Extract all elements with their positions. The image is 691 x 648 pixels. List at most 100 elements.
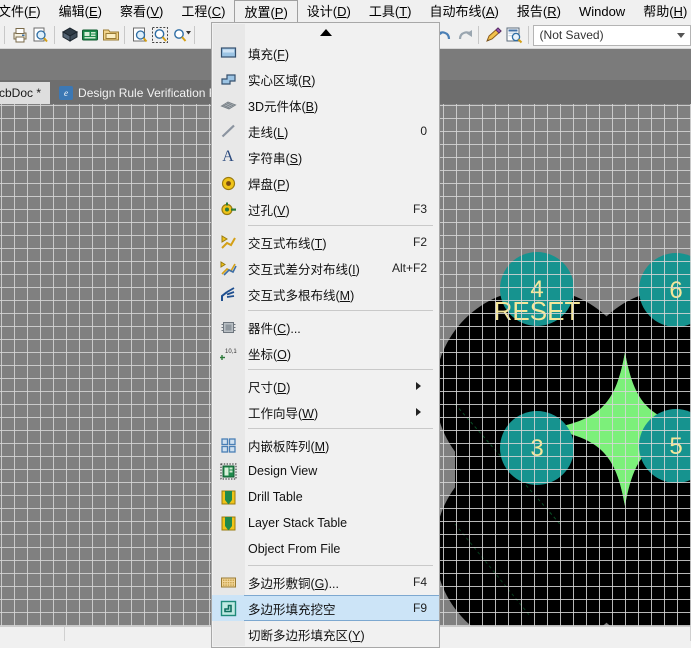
menu-layer-stack-table[interactable]: Layer Stack Table [212, 510, 439, 536]
menu-view[interactable]: 察看(V) [111, 0, 172, 22]
pcb-board-icon[interactable] [79, 24, 99, 46]
3d-view-icon[interactable] [59, 24, 79, 46]
tab-drc-report[interactable]: e Design Rule Verification Re [50, 82, 233, 104]
menu-embedded-array[interactable]: 内嵌板阵列(M) [212, 432, 439, 458]
menu-drill-table[interactable]: Drill Table [212, 484, 439, 510]
no-icon [212, 399, 244, 425]
menu-design[interactable]: 设计(D) [298, 0, 360, 22]
menu-pad-label: 焊盘(P) [248, 177, 290, 192]
coordinate-icon: 10,10 [212, 340, 244, 366]
open-folder-icon[interactable] [100, 24, 120, 46]
menu-reports[interactable]: 报告(R) [508, 0, 570, 22]
solid-region-icon [212, 66, 244, 92]
menu-interactive-route-shortcut: F2 [412, 235, 427, 249]
menu-polygon-cutout[interactable]: 多边形填充挖空 F9 [212, 595, 439, 621]
menu-work-guide-label: 工作向导(W) [248, 406, 319, 421]
no-icon [212, 536, 244, 562]
toolbar-separator [527, 26, 529, 44]
no-icon [212, 373, 244, 399]
via-icon [212, 196, 244, 222]
3d-body-icon [212, 92, 244, 118]
menu-window-label: Window [578, 4, 626, 19]
menu-embedded-array-label: 内嵌板阵列(M) [248, 439, 330, 454]
print-icon[interactable] [9, 24, 29, 46]
layer-stack-icon [212, 510, 244, 536]
menu-design-view[interactable]: Design View [212, 458, 439, 484]
menu-edit[interactable]: 编辑(E) [50, 0, 111, 22]
menu-via[interactable]: 过孔(V) F3 [212, 196, 439, 222]
menu-window[interactable]: Window [570, 0, 634, 22]
submenu-arrow-icon [416, 382, 431, 390]
pcb-pad-label: 5 [669, 433, 682, 460]
redo-icon[interactable] [453, 24, 473, 46]
menu-pad[interactable]: 焊盘(P) [212, 170, 439, 196]
tab-pcbdoc[interactable]: PcbDoc * [0, 82, 51, 104]
menu-polygon-pour[interactable]: 多边形敷铜(G)... F4 [212, 569, 439, 595]
menu-component[interactable]: 器件(C)... [212, 314, 439, 340]
component-chip-icon [212, 314, 244, 340]
menu-autoroute[interactable]: 自动布线(A) [421, 0, 508, 22]
menu-string[interactable]: A 字符串(S) [212, 144, 439, 170]
status-cell [65, 626, 215, 641]
zoom-area-icon[interactable] [149, 24, 169, 46]
toolbar-separator [53, 26, 55, 44]
menu-coordinate[interactable]: 10,10 坐标(O) [212, 340, 439, 366]
menu-file[interactable]: 文件(F) [0, 0, 50, 22]
menu-object-from-file[interactable]: Object From File [212, 536, 439, 562]
chevron-down-icon[interactable] [676, 32, 685, 38]
menu-help[interactable]: 帮助(H) [634, 0, 691, 22]
toolbar-separator [123, 26, 125, 44]
menu-diff-pair-route-label: 交互式差分对布线(I) [248, 262, 360, 277]
menu-fill-label: 填充(F) [248, 47, 289, 62]
document-select[interactable]: (Not Saved) [532, 24, 691, 46]
route-icon [212, 229, 244, 255]
menu-3d-body[interactable]: 3D元件体(B) [212, 92, 439, 118]
pad-icon [212, 170, 244, 196]
menu-interactive-route[interactable]: 交互式布线(T) F2 [212, 229, 439, 255]
text-a-icon: A [222, 148, 234, 165]
menu-coordinate-label: 坐标(O) [248, 347, 292, 362]
menu-reports-label: 报告(R) [516, 4, 561, 19]
menu-solid-region-label: 实心区域(R) [248, 73, 316, 88]
menu-line-label: 走线(L) [248, 125, 289, 140]
place-dropdown-menu: 填充(F) 实心区域(R) 3D元件体(B) 走线(L) 0 A 字符串(S) 焊盘(P) 过孔… [211, 22, 440, 648]
menu-multi-route[interactable]: 交互式多根布线(M) [212, 281, 439, 307]
drill-table-icon [212, 484, 244, 510]
menu-line[interactable]: 走线(L) 0 [212, 118, 439, 144]
menu-polygon-pour-shortcut: F4 [412, 575, 427, 589]
menu-solid-region[interactable]: 实心区域(R) [212, 66, 439, 92]
tab-pcbdoc-label: PcbDoc * [0, 86, 42, 100]
menu-slice-polygon[interactable]: 切断多边形填充区(Y) [212, 621, 439, 647]
zoom-document-icon[interactable] [129, 24, 149, 46]
edit-pencil-icon[interactable] [483, 24, 503, 46]
inspector-icon[interactable] [503, 24, 523, 46]
fill-rect-icon [212, 40, 244, 66]
menu-project[interactable]: 工程(C) [172, 0, 234, 22]
scroll-up-arrow[interactable] [212, 23, 439, 40]
menu-separator [248, 565, 433, 566]
pcb-pad-label: 6 [669, 277, 682, 304]
menu-dimension[interactable]: 尺寸(D) [212, 373, 439, 399]
menu-diff-pair-route[interactable]: 交互式差分对布线(I) Alt+F2 [212, 255, 439, 281]
embedded-array-icon [212, 432, 244, 458]
menu-help-label: 帮助(H) [643, 4, 688, 19]
menu-fill[interactable]: 填充(F) [212, 40, 439, 66]
menu-tools[interactable]: 工具(T) [360, 0, 421, 22]
document-select-value: (Not Saved) [539, 28, 604, 42]
menu-place-label: 放置(P) [244, 4, 288, 20]
menu-slice-polygon-label: 切断多边形填充区(Y) [248, 628, 365, 643]
report-doc-icon: e [59, 86, 74, 100]
menu-separator [248, 310, 433, 311]
menu-view-label: 察看(V) [120, 4, 164, 19]
menu-place[interactable]: 放置(P) [234, 0, 298, 22]
menu-work-guide[interactable]: 工作向导(W) [212, 399, 439, 425]
zoom-menu-icon[interactable] [170, 24, 191, 46]
menu-dimension-label: 尺寸(D) [248, 380, 291, 395]
menu-design-view-label: Design View [248, 464, 318, 478]
design-view-icon [212, 458, 244, 484]
menu-bar: 文件(F) 编辑(E) 察看(V) 工程(C) 放置(P) 设计(D) 工具(T) 自动布线(… [0, 0, 691, 22]
print-preview-icon[interactable] [29, 24, 49, 46]
menu-file-label: 文件(F) [0, 4, 41, 19]
status-cell [0, 626, 65, 641]
menu-3d-body-label: 3D元件体(B) [248, 99, 319, 114]
